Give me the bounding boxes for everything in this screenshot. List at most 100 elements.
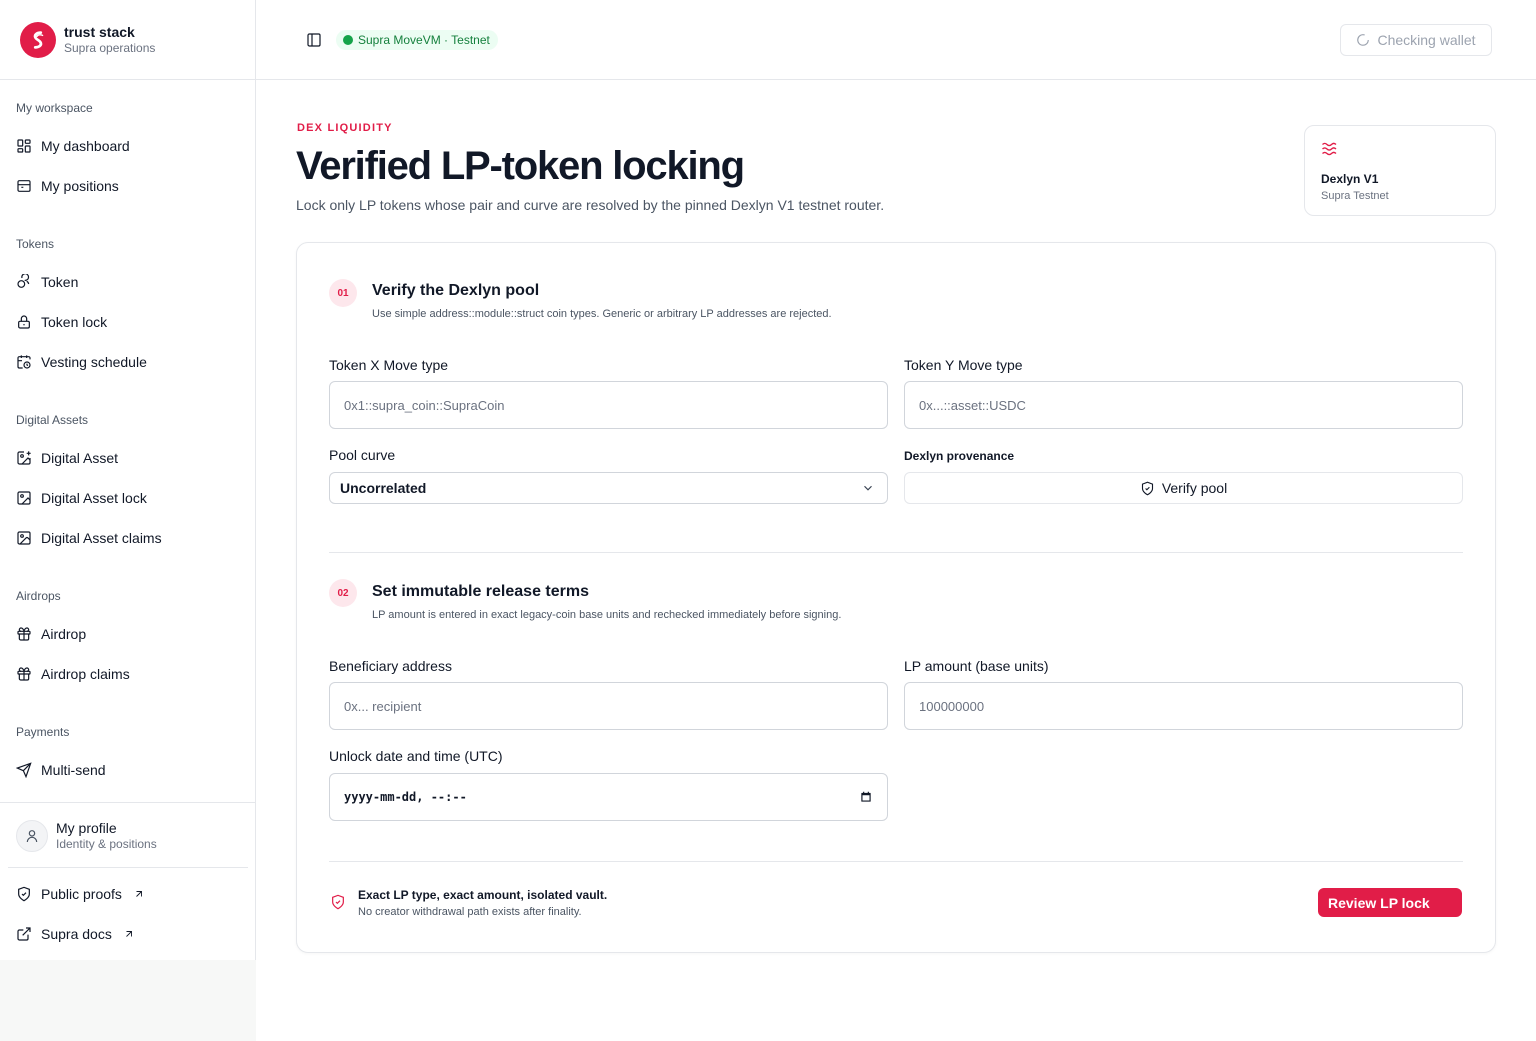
verify-pool-button[interactable]: Verify pool xyxy=(904,472,1463,504)
wallet-status: Checking wallet xyxy=(1377,32,1476,48)
brand-subtitle: Supra operations xyxy=(64,40,156,55)
section-divider xyxy=(329,552,1463,553)
step-title: Verify the Dexlyn pool xyxy=(372,282,540,299)
pool-curve-select[interactable]: Uncorrelated xyxy=(329,472,888,504)
arrow-up-right-icon xyxy=(126,931,132,937)
sidebar-item-multi-send[interactable]: Multi-send xyxy=(8,752,248,788)
sidebar-item-my-dashboard[interactable]: My dashboard xyxy=(8,128,248,164)
lp-amount-label: LP amount (base units) xyxy=(904,658,1049,674)
nav-section-digital-assets: Digital Assets xyxy=(16,413,89,427)
footer-description: No creator withdrawal path exists after … xyxy=(358,906,582,918)
token-y-label: Token Y Move type xyxy=(904,357,1023,373)
brand-logo-icon xyxy=(20,21,56,58)
sidebar-item-digital-asset-claims[interactable]: Digital Asset claims xyxy=(8,520,248,556)
lock-icon xyxy=(18,315,30,329)
sidebar-item-label: Digital Asset lock xyxy=(41,490,147,506)
calendar-icon[interactable] xyxy=(859,790,873,804)
nav-section-airdrops: Airdrops xyxy=(16,589,61,603)
external-link-icon xyxy=(17,927,31,941)
brand[interactable]: trust stack Supra operations xyxy=(0,0,255,80)
step-title: Set immutable release terms xyxy=(372,583,589,600)
unlock-date-label: Unlock date and time (UTC) xyxy=(329,748,503,764)
sidebar-item-label: Supra docs xyxy=(41,926,112,942)
token-y-placeholder: 0x...::asset::USDC xyxy=(919,397,1026,413)
review-lp-lock-button[interactable]: Review LP lock xyxy=(1318,888,1462,917)
sidebar-item-token-lock[interactable]: Token lock xyxy=(8,304,248,340)
provenance-label: Dexlyn provenance xyxy=(904,449,1015,463)
sidebar-link-supra-docs[interactable]: Supra docs xyxy=(8,916,248,952)
image-icon xyxy=(17,531,31,545)
chevron-down-icon xyxy=(864,485,872,491)
sidebar-item-vesting-schedule[interactable]: Vesting schedule xyxy=(8,344,248,380)
sidebar-divider xyxy=(0,802,256,803)
avatar xyxy=(16,820,48,852)
positions-icon xyxy=(17,180,31,192)
lp-amount-placeholder: 100000000 xyxy=(919,698,985,714)
beneficiary-placeholder: 0x... recipient xyxy=(344,698,422,714)
sidebar-item-label: Multi-send xyxy=(41,762,106,778)
token-x-input[interactable]: 0x1::supra_coin::SupraCoin xyxy=(329,381,888,429)
loader-icon xyxy=(1357,34,1370,46)
profile-name: My profile xyxy=(56,820,117,836)
unlock-date-input[interactable]: yyyy-mm-dd, --:-- xyxy=(329,773,888,821)
sidebar-item-token[interactable]: Token xyxy=(8,264,248,300)
image-plus-icon xyxy=(17,451,31,465)
sidebar-item-my-positions[interactable]: My positions xyxy=(8,168,248,204)
pool-curve-value: Uncorrelated xyxy=(340,480,427,496)
sidebar-link-public-proofs[interactable]: Public proofs xyxy=(8,876,248,912)
step-description: Use simple address::module::struct coin … xyxy=(372,308,832,320)
dex-network: Supra Testnet xyxy=(1321,190,1389,202)
shield-alert-icon xyxy=(330,894,348,912)
dex-name: Dexlyn V1 xyxy=(1321,172,1379,186)
page-subtitle: Lock only LP tokens whose pair and curve… xyxy=(296,197,885,213)
sidebar-item-label: Airdrop claims xyxy=(41,666,130,682)
shield-check-icon xyxy=(18,886,30,902)
nav-section-payments: Payments xyxy=(16,725,70,739)
user-icon xyxy=(26,830,38,843)
wallet-button[interactable]: Checking wallet xyxy=(1340,24,1492,56)
step-description: LP amount is entered in exact legacy-coi… xyxy=(372,609,842,621)
lp-amount-input[interactable]: 100000000 xyxy=(904,682,1463,730)
page-title: Verified LP-token locking xyxy=(296,144,745,188)
gift-icon xyxy=(17,667,31,681)
calendar-clock-icon xyxy=(17,355,31,369)
beneficiary-input[interactable]: 0x... recipient xyxy=(329,682,888,730)
sidebar-item-label: My positions xyxy=(41,178,119,194)
sidebar-item-digital-asset-lock[interactable]: Digital Asset lock xyxy=(8,480,248,516)
sidebar-item-airdrop-claims[interactable]: Airdrop claims xyxy=(8,656,248,692)
step-number: 02 xyxy=(329,579,357,607)
shield-check-icon xyxy=(1141,481,1153,495)
beneficiary-label: Beneficiary address xyxy=(329,658,452,674)
top-bar: Supra MoveVM · Testnet Checking wallet xyxy=(256,0,1536,80)
profile-button[interactable]: My profile Identity & positions xyxy=(8,812,248,860)
pool-curve-label: Pool curve xyxy=(329,447,396,463)
footer-title: Exact LP type, exact amount, isolated va… xyxy=(358,888,608,902)
dashboard-icon xyxy=(17,139,31,153)
profile-subtitle: Identity & positions xyxy=(56,837,157,851)
sidebar-footer-area xyxy=(0,960,256,1041)
sidebar-item-label: Token lock xyxy=(41,314,108,330)
token-x-placeholder: 0x1::supra_coin::SupraCoin xyxy=(344,397,505,413)
sidebar-item-label: Vesting schedule xyxy=(41,354,147,370)
unlock-date-placeholder: yyyy-mm-dd, --:-- xyxy=(344,790,467,804)
dex-info-card: Dexlyn V1 Supra Testnet xyxy=(1304,125,1496,216)
sidebar-toggle-button[interactable] xyxy=(304,30,324,50)
sidebar-item-label: Digital Asset claims xyxy=(41,530,162,546)
sidebar-divider xyxy=(8,867,248,868)
sidebar-item-label: Token xyxy=(41,274,79,290)
sidebar-item-digital-asset[interactable]: Digital Asset xyxy=(8,440,248,476)
network-label: Supra MoveVM · Testnet xyxy=(358,33,490,47)
lp-lock-form-card: 01 Verify the Dexlyn pool Use simple add… xyxy=(296,242,1496,953)
sidebar-item-airdrop[interactable]: Airdrop xyxy=(8,616,248,652)
nav-section-tokens: Tokens xyxy=(16,237,55,251)
arrow-up-right-icon xyxy=(136,891,142,897)
page-eyebrow: DEX LIQUIDITY xyxy=(297,122,393,134)
image-lock-icon xyxy=(17,491,31,505)
step-number: 01 xyxy=(329,279,357,307)
sidebar: trust stack Supra operations My workspac… xyxy=(0,0,256,960)
token-y-input[interactable]: 0x...::asset::USDC xyxy=(904,381,1463,429)
sidebar-item-label: Airdrop xyxy=(41,626,87,642)
sidebar-item-label: My dashboard xyxy=(41,138,130,154)
send-icon xyxy=(16,762,32,778)
section-divider xyxy=(329,861,1463,862)
